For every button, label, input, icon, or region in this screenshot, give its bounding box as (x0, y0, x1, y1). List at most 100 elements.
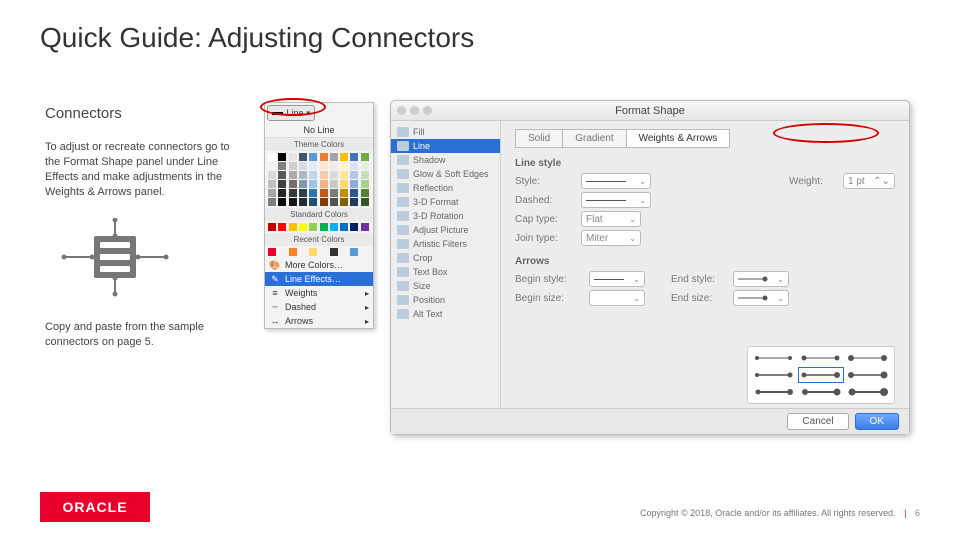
color-swatch[interactable] (268, 162, 276, 170)
color-swatch[interactable] (340, 198, 348, 206)
color-swatch[interactable] (361, 171, 369, 179)
color-swatch[interactable] (278, 162, 286, 170)
color-swatch[interactable] (330, 162, 338, 170)
sidebar-item-fill[interactable]: Fill (391, 125, 500, 139)
line-tabs[interactable]: Solid Gradient Weights & Arrows (515, 129, 895, 148)
color-swatch[interactable] (330, 153, 338, 161)
dashed-select[interactable]: ⌄ (581, 192, 651, 208)
sidebar-item-adjust-picture[interactable]: Adjust Picture (391, 223, 500, 237)
color-swatch[interactable] (278, 153, 286, 161)
color-swatch[interactable] (299, 180, 307, 188)
color-swatch[interactable] (330, 198, 338, 206)
tab-solid[interactable]: Solid (515, 129, 562, 148)
color-swatch[interactable] (361, 162, 369, 170)
color-swatch[interactable] (330, 248, 338, 256)
color-swatch[interactable] (268, 248, 276, 256)
color-swatch[interactable] (320, 171, 328, 179)
dashed-submenu[interactable]: ┄Dashed▸ (265, 300, 373, 314)
begin-style-select[interactable]: ⌄ (589, 271, 645, 287)
theme-color-grid[interactable] (265, 151, 373, 208)
color-swatch[interactable] (350, 248, 358, 256)
color-swatch[interactable] (350, 189, 358, 197)
color-swatch[interactable] (361, 180, 369, 188)
color-swatch[interactable] (361, 223, 369, 231)
color-swatch[interactable] (350, 198, 358, 206)
arrow-size-popover[interactable] (747, 346, 895, 404)
color-swatch[interactable] (350, 162, 358, 170)
sidebar-item-text-box[interactable]: Text Box (391, 265, 500, 279)
color-swatch[interactable] (361, 198, 369, 206)
tab-gradient[interactable]: Gradient (562, 129, 625, 148)
color-swatch[interactable] (289, 171, 297, 179)
end-style-select[interactable]: ⌄ (733, 271, 789, 287)
ok-button[interactable]: OK (855, 413, 899, 430)
color-swatch[interactable] (309, 189, 317, 197)
sidebar-item-crop[interactable]: Crop (391, 251, 500, 265)
color-swatch[interactable] (299, 162, 307, 170)
begin-size-select[interactable]: ⌄ (589, 290, 645, 306)
color-swatch[interactable] (340, 180, 348, 188)
color-swatch[interactable] (289, 223, 297, 231)
color-swatch[interactable] (299, 198, 307, 206)
color-swatch[interactable] (320, 198, 328, 206)
weight-stepper[interactable]: 1 pt⌃⌄ (843, 173, 895, 189)
color-swatch[interactable] (309, 223, 317, 231)
color-swatch[interactable] (330, 171, 338, 179)
sidebar-item-size[interactable]: Size (391, 279, 500, 293)
sidebar-item-3-d-rotation[interactable]: 3-D Rotation (391, 209, 500, 223)
traffic-lights[interactable] (397, 106, 432, 115)
sidebar-item-shadow[interactable]: Shadow (391, 153, 500, 167)
sidebar-item-artistic-filters[interactable]: Artistic Filters (391, 237, 500, 251)
join-type-select[interactable]: Miter⌄ (581, 230, 641, 246)
color-swatch[interactable] (309, 171, 317, 179)
color-swatch[interactable] (289, 153, 297, 161)
color-swatch[interactable] (320, 153, 328, 161)
sidebar-item-alt-text[interactable]: Alt Text (391, 307, 500, 321)
color-swatch[interactable] (289, 180, 297, 188)
color-swatch[interactable] (340, 171, 348, 179)
color-swatch[interactable] (289, 162, 297, 170)
color-swatch[interactable] (320, 189, 328, 197)
recent-color-grid[interactable] (265, 246, 373, 258)
cancel-button[interactable]: Cancel (787, 413, 848, 430)
color-swatch[interactable] (309, 248, 317, 256)
color-swatch[interactable] (350, 153, 358, 161)
sidebar-item-3-d-format[interactable]: 3-D Format (391, 195, 500, 209)
end-size-select[interactable]: ⌄ (733, 290, 789, 306)
color-swatch[interactable] (330, 223, 338, 231)
format-shape-sidebar[interactable]: FillLineShadowGlow & Soft EdgesReflectio… (391, 121, 501, 414)
arrows-submenu[interactable]: ↔Arrows▸ (265, 314, 373, 328)
color-swatch[interactable] (289, 198, 297, 206)
color-swatch[interactable] (268, 180, 276, 188)
color-swatch[interactable] (268, 223, 276, 231)
line-toolbar-button[interactable]: Line▾ (267, 105, 315, 121)
weights-submenu[interactable]: ≡Weights▸ (265, 286, 373, 300)
color-swatch[interactable] (340, 162, 348, 170)
sidebar-item-line[interactable]: Line (391, 139, 500, 153)
color-swatch[interactable] (278, 198, 286, 206)
color-swatch[interactable] (299, 153, 307, 161)
color-swatch[interactable] (350, 180, 358, 188)
color-swatch[interactable] (299, 171, 307, 179)
line-effects-item[interactable]: ✎Line Effects… (265, 272, 373, 286)
cap-type-select[interactable]: Flat⌄ (581, 211, 641, 227)
sidebar-item-position[interactable]: Position (391, 293, 500, 307)
color-swatch[interactable] (268, 171, 276, 179)
color-swatch[interactable] (268, 189, 276, 197)
color-swatch[interactable] (278, 223, 286, 231)
style-select[interactable]: ⌄ (581, 173, 651, 189)
sidebar-item-reflection[interactable]: Reflection (391, 181, 500, 195)
color-swatch[interactable] (330, 189, 338, 197)
color-swatch[interactable] (309, 162, 317, 170)
color-swatch[interactable] (309, 198, 317, 206)
color-swatch[interactable] (340, 189, 348, 197)
color-swatch[interactable] (320, 180, 328, 188)
color-swatch[interactable] (309, 180, 317, 188)
color-swatch[interactable] (340, 223, 348, 231)
color-swatch[interactable] (309, 153, 317, 161)
sidebar-item-glow-soft-edges[interactable]: Glow & Soft Edges (391, 167, 500, 181)
color-swatch[interactable] (278, 171, 286, 179)
more-colors-item[interactable]: 🎨More Colors… (265, 258, 373, 272)
color-swatch[interactable] (330, 180, 338, 188)
standard-color-grid[interactable] (265, 221, 373, 233)
